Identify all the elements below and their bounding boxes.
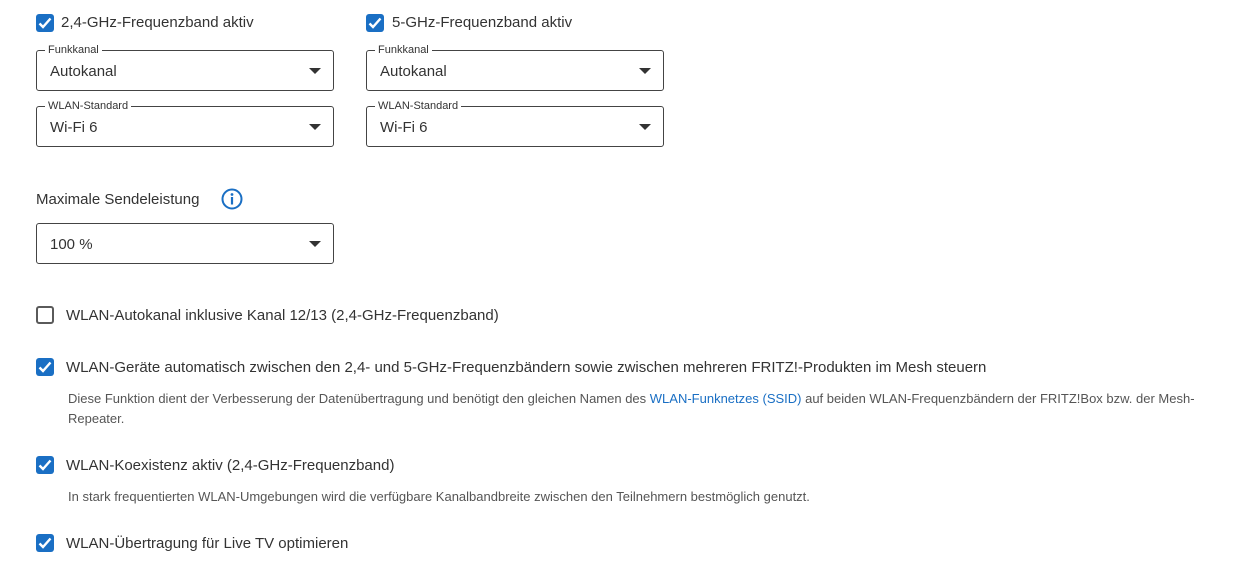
checkmark-icon (38, 459, 52, 471)
select-legend: WLAN-Standard (45, 99, 132, 113)
description-text: Repeater. (68, 411, 125, 426)
coexistence-checkbox[interactable] (36, 456, 54, 474)
checkmark-icon (38, 17, 52, 29)
band5-channel-select[interactable]: Funkkanal Autokanal (366, 43, 664, 91)
band-steering-checkbox[interactable] (36, 358, 54, 376)
description-text: Diese Funktion dient der Verbesserung de… (68, 391, 650, 406)
checkmark-icon (38, 361, 52, 373)
select-value: Autokanal (50, 63, 117, 80)
select-legend: WLAN-Standard (375, 99, 462, 113)
band5-label: 5-GHz-Frequenzband aktiv (392, 14, 573, 31)
tx-power-label: Maximale Sendeleistung (36, 191, 200, 208)
autochannel-12-13-label: WLAN-Autokanal inklusive Kanal 12/13 (2,… (66, 307, 499, 324)
live-tv-checkbox[interactable] (36, 534, 54, 552)
caret-down-icon (309, 68, 321, 74)
autochannel-12-13-checkbox[interactable] (36, 306, 54, 324)
coexistence-label: WLAN-Koexistenz aktiv (2,4-GHz-Frequenzb… (66, 457, 395, 474)
caret-down-icon (309, 124, 321, 130)
caret-down-icon (639, 68, 651, 74)
select-value: 100 % (50, 236, 93, 253)
band-steering-label: WLAN-Geräte automatisch zwischen den 2,4… (66, 359, 987, 376)
live-tv-label: WLAN-Übertragung für Live TV optimieren (66, 535, 349, 552)
caret-down-icon (639, 124, 651, 130)
caret-down-icon (309, 241, 321, 247)
select-value: Wi-Fi 6 (50, 119, 98, 136)
info-circle-icon[interactable] (221, 188, 243, 215)
band24-standard-select[interactable]: WLAN-Standard Wi-Fi 6 (36, 99, 334, 147)
band24-label: 2,4-GHz-Frequenzband aktiv (61, 14, 254, 31)
select-legend: Funkkanal (375, 43, 432, 57)
checkmark-icon (38, 537, 52, 549)
band24-channel-select[interactable]: Funkkanal Autokanal (36, 43, 334, 91)
band24-checkbox[interactable] (36, 14, 54, 32)
band-steering-description: Diese Funktion dient der Verbesserung de… (68, 389, 1228, 429)
description-text: auf beiden WLAN-Frequenzbändern der FRIT… (801, 391, 1195, 406)
checkmark-icon (368, 17, 382, 29)
band5-checkbox[interactable] (366, 14, 384, 32)
select-value: Wi-Fi 6 (380, 119, 428, 136)
coexistence-description: In stark frequentierten WLAN-Umgebungen … (68, 489, 810, 504)
select-legend: Funkkanal (45, 43, 102, 57)
ssid-link[interactable]: WLAN-Funknetzes (SSID) (650, 391, 802, 406)
select-value: Autokanal (380, 63, 447, 80)
band5-standard-select[interactable]: WLAN-Standard Wi-Fi 6 (366, 99, 664, 147)
tx-power-select[interactable]: 100 % (36, 223, 334, 264)
